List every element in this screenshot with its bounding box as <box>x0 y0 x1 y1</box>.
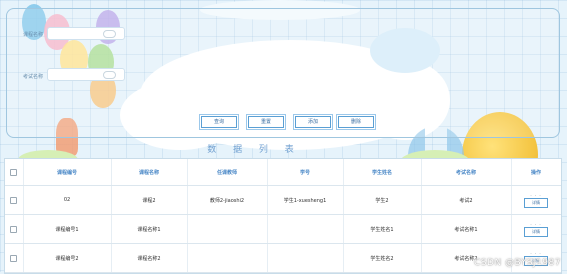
detail-button[interactable]: 详情 <box>524 226 548 237</box>
table-header-row: 课程编号 课程名称 任课教师 学号 学生姓名 考试名称 操作 <box>5 159 561 186</box>
column-header: 课程名称 <box>111 159 188 186</box>
search-panel: 课程名称 考试名称 查询 重置 添加 删除 <box>6 8 560 138</box>
row-select-cell[interactable] <box>5 185 24 215</box>
column-header: 学号 <box>267 159 344 186</box>
select-all-cell[interactable] <box>5 159 24 186</box>
table-cell: 课程2 <box>111 185 188 215</box>
column-header: 考试名称 <box>421 159 512 186</box>
delete-button[interactable]: 删除 <box>338 116 374 128</box>
reset-button[interactable]: 重置 <box>248 116 284 128</box>
table-cell: 02 <box>23 185 112 215</box>
row-select-cell[interactable] <box>5 214 24 244</box>
column-header: 任课教师 <box>187 159 268 186</box>
cloud-icon <box>103 71 116 79</box>
table-cell: 学生1-xuesheng1 <box>267 185 344 215</box>
table-row: 02 课程2 教师2-jiaoshi2 学生1-xuesheng1 学生2 考试… <box>5 185 561 215</box>
table-cell: 课程编号1 <box>23 214 112 244</box>
list-title: 数 据 列 表 <box>207 145 301 155</box>
table-cell: 学生姓名1 <box>343 214 422 244</box>
column-header: 课程编号 <box>23 159 112 186</box>
row-checkbox[interactable] <box>10 196 18 204</box>
table-cell: 课程名称2 <box>111 243 188 273</box>
row-select-cell[interactable] <box>5 243 24 273</box>
table-cell <box>267 214 344 244</box>
cloud-icon <box>103 30 116 38</box>
exam-name-label: 考试名称 <box>23 74 44 80</box>
table-cell <box>187 214 268 244</box>
operation-cell: · · · 详情 <box>511 214 561 244</box>
row-checkbox[interactable] <box>10 254 18 262</box>
column-header: 操作 <box>511 159 561 186</box>
select-all-checkbox[interactable] <box>10 168 18 176</box>
operation-cell: · · · 详情 <box>511 185 561 215</box>
detail-button[interactable]: 详情 <box>524 197 548 208</box>
table-cell: 教师2-jiaoshi2 <box>187 185 268 215</box>
table-cell: 考试名称1 <box>421 214 512 244</box>
data-table: 课程编号 课程名称 任课教师 学号 学生姓名 考试名称 操作 02 课程2 教师… <box>4 158 562 274</box>
table-cell: 学生姓名2 <box>343 243 422 273</box>
course-name-label: 课程名称 <box>23 32 44 38</box>
table-cell <box>187 243 268 273</box>
add-button[interactable]: 添加 <box>295 116 331 128</box>
table-cell: 学生2 <box>343 185 422 215</box>
table-cell: 课程编号2 <box>23 243 112 273</box>
query-button[interactable]: 查询 <box>201 116 237 128</box>
column-header: 学生姓名 <box>343 159 422 186</box>
table-cell: 考试2 <box>421 185 512 215</box>
table-cell: 课程名称1 <box>111 214 188 244</box>
table-row: 课程编号1 课程名称1 学生姓名1 考试名称1 · · · 详情 <box>5 214 561 244</box>
row-checkbox[interactable] <box>10 225 18 233</box>
watermark-text: CSDN @BYSJ1987 <box>474 258 561 268</box>
table-cell <box>267 243 344 273</box>
